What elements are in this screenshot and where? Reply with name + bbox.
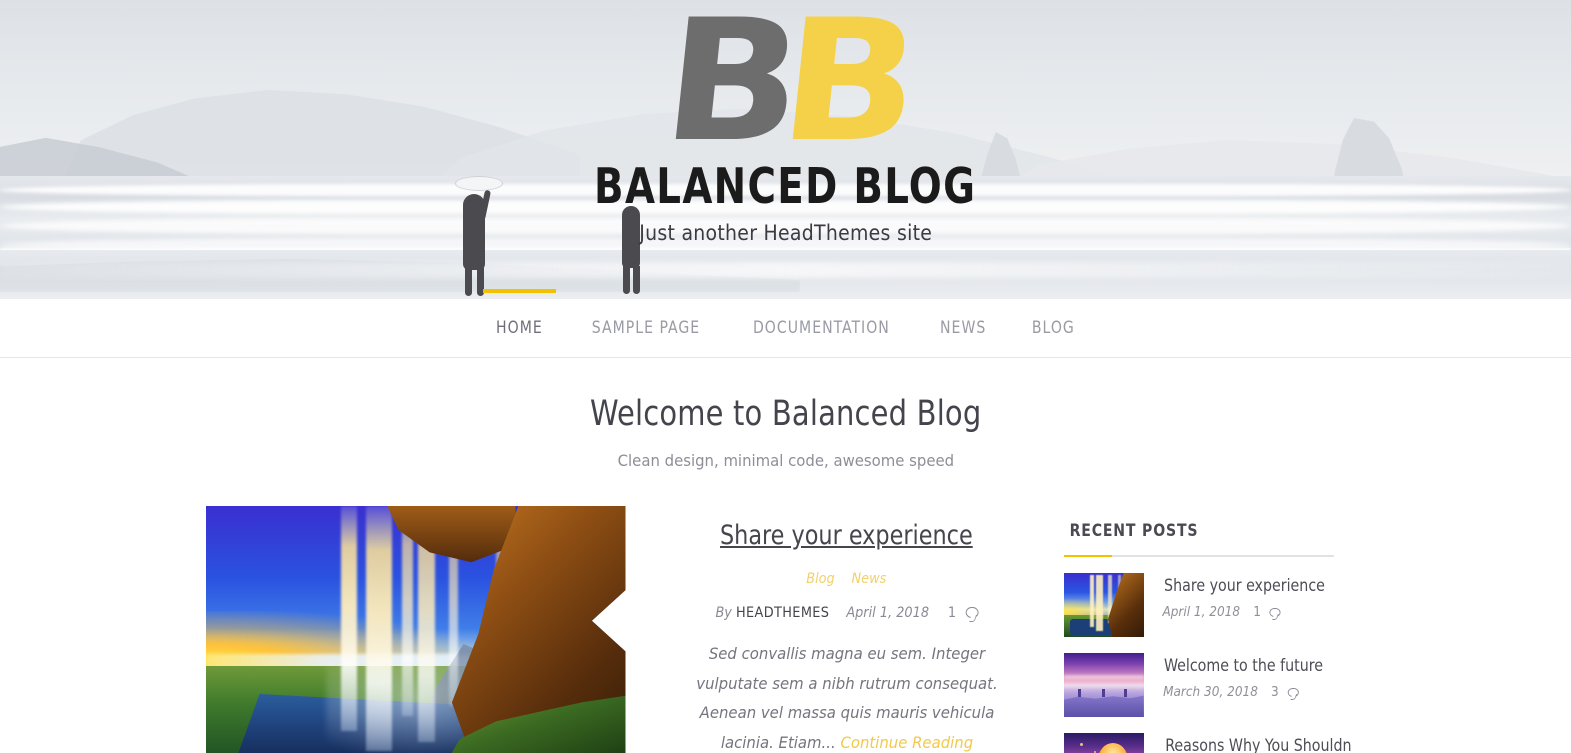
thumb-art — [1063, 573, 1144, 637]
terrain-speck — [1123, 689, 1127, 697]
recent-post-meta: March 30, 2018 3 — [1163, 685, 1298, 700]
post-meta: By HEADTHEMES April 1, 2018 1 — [714, 605, 979, 621]
nav-item-blog[interactable]: BLOG — [1009, 318, 1098, 338]
recent-post-title[interactable]: Welcome to the future — [1163, 655, 1322, 678]
list-item[interactable]: Share your experience April 1, 2018 1 — [1063, 573, 1364, 637]
main-content: Share your experience Blog News By HEADT… — [205, 506, 1026, 753]
recent-post-date: April 1, 2018 — [1161, 604, 1240, 620]
nav-item-documentation[interactable]: DOCUMENTATION — [726, 318, 917, 338]
cloud-band — [1063, 684, 1144, 688]
water-stream — [1095, 575, 1103, 631]
thumb-art — [1063, 733, 1144, 753]
post-featured-image[interactable] — [205, 506, 626, 753]
meta-author[interactable]: HEADTHEMES — [735, 605, 828, 621]
site-title[interactable]: BALANCED BLOG — [594, 158, 976, 215]
comment-bubble-icon[interactable] — [1268, 607, 1281, 617]
page-subtitle: Clean design, minimal code, awesome spee… — [617, 451, 954, 470]
continue-reading-link[interactable]: Continue Reading — [840, 733, 973, 752]
list-item[interactable]: Welcome to the future March 30, 2018 3 — [1063, 653, 1364, 717]
site-logo[interactable]: B B — [656, 0, 916, 179]
meta-date: April 1, 2018 — [845, 605, 929, 621]
widget-divider — [1063, 555, 1334, 557]
category-link-news[interactable]: News — [852, 571, 887, 587]
sidebar: RECENT POSTS Share your experience April… — [1063, 506, 1364, 753]
page-header: Welcome to Balanced Blog Clean design, m… — [0, 358, 1571, 470]
widget-title-recent-posts: RECENT POSTS — [1069, 521, 1198, 541]
meta-comment-count: 1 — [947, 605, 956, 621]
recent-post-meta: April 1, 2018 1 — [1161, 604, 1281, 620]
water-stream — [1089, 575, 1094, 627]
nav-item-news[interactable]: NEWS — [917, 318, 1009, 338]
content-wrapper: Share your experience Blog News By HEADT… — [205, 506, 1366, 753]
post-excerpt: Sed convallis magna eu sem. Integer vulp… — [680, 639, 1013, 753]
recent-post-date: March 30, 2018 — [1162, 684, 1258, 700]
page-title: Welcome to Balanced Blog — [589, 394, 982, 434]
comment-bubble-icon[interactable] — [1286, 687, 1298, 697]
recent-post-comment-count: 1 — [1252, 604, 1261, 620]
terrain-speck — [1101, 689, 1105, 697]
post-article: Share your experience Blog News By HEADT… — [626, 506, 1026, 753]
recent-post-thumbnail-purple-landscape[interactable] — [1063, 653, 1144, 717]
light-dot — [1079, 743, 1083, 746]
post-meta-wrap: By HEADTHEMES April 1, 2018 1 — [668, 587, 1026, 621]
nav-link-documentation[interactable]: DOCUMENTATION — [753, 318, 890, 338]
nav-list: HOME SAMPLE PAGE DOCUMENTATION NEWS BLOG — [473, 289, 1098, 338]
site-description: Just another HeadThemes site — [639, 221, 932, 245]
list-item[interactable]: Reasons Why You Shouldn´t Rely On Theme … — [1063, 733, 1364, 753]
post-title-link[interactable]: Share your experience — [720, 520, 973, 551]
recent-post-comment-count: 3 — [1270, 684, 1279, 700]
category-link-blog[interactable]: Blog — [806, 571, 834, 587]
recent-post-title[interactable]: Share your experience — [1164, 575, 1325, 598]
terrain-speck — [1077, 689, 1081, 697]
recent-posts-list: Share your experience April 1, 2018 1 We… — [1063, 573, 1364, 753]
nav-link-news[interactable]: NEWS — [940, 318, 986, 338]
nav-link-sample-page[interactable]: SAMPLE PAGE — [592, 318, 700, 338]
featured-image-column — [205, 506, 626, 753]
recent-post-body: Welcome to the future March 30, 2018 3 — [1158, 653, 1364, 717]
thumb-art — [1063, 653, 1144, 717]
meta-by-label: By — [714, 605, 732, 621]
recent-post-title[interactable]: Reasons Why You Shouldn´t Rely On Theme … — [1165, 735, 1357, 753]
nav-item-home[interactable]: HOME — [473, 289, 566, 338]
cloud-band — [1063, 675, 1144, 679]
logo-letter-b-gold: B — [771, 0, 916, 179]
recent-posts-widget: RECENT POSTS Share your experience April… — [1063, 520, 1364, 753]
widget-title-wrap: RECENT POSTS — [1064, 520, 1364, 541]
recent-post-body: Reasons Why You Shouldn´t Rely On Theme … — [1158, 733, 1364, 753]
nav-item-sample-page[interactable]: SAMPLE PAGE — [566, 318, 726, 338]
post-title-wrap: Share your experience — [668, 506, 1026, 551]
primary-navigation: HOME SAMPLE PAGE DOCUMENTATION NEWS BLOG — [0, 289, 1571, 358]
comment-bubble-icon[interactable] — [965, 607, 979, 618]
post-categories: Blog News — [668, 571, 1026, 587]
nav-link-home[interactable]: HOME — [496, 318, 543, 338]
sky-lantern — [1097, 743, 1128, 753]
nav-link-blog[interactable]: BLOG — [1032, 318, 1075, 338]
recent-post-thumbnail-waterfall[interactable] — [1063, 573, 1144, 637]
recent-post-thumbnail-lantern[interactable] — [1063, 733, 1144, 753]
site-header: B B BALANCED BLOG Just another HeadTheme… — [0, 0, 1571, 299]
recent-post-body: Share your experience April 1, 2018 1 — [1158, 573, 1364, 637]
